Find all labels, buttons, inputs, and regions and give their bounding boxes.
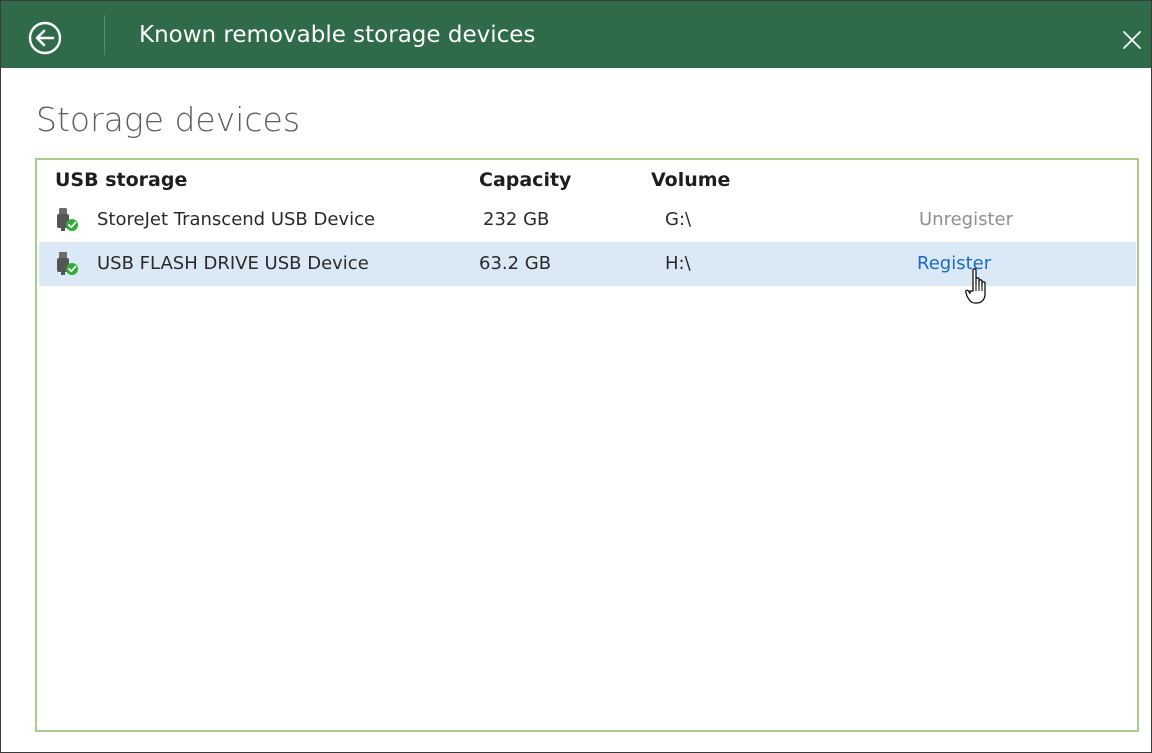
title-separator [104, 15, 105, 55]
column-header-capacity[interactable]: Capacity [479, 169, 571, 191]
back-arrow-icon [28, 21, 62, 55]
table-row[interactable]: StoreJet Transcend USB Device 232 GB G:\… [39, 198, 1136, 242]
usb-device-icon [55, 250, 79, 278]
close-button[interactable] [1120, 28, 1144, 52]
usb-device-icon [55, 206, 79, 234]
device-capacity: 232 GB [483, 209, 550, 230]
table-row[interactable]: USB FLASH DRIVE USB Device 63.2 GB H:\ R… [39, 242, 1136, 286]
window-title: Known removable storage devices [139, 22, 536, 48]
device-name: USB FLASH DRIVE USB Device [97, 253, 369, 274]
unregister-link[interactable]: Unregister [919, 209, 1013, 231]
device-volume: G:\ [665, 209, 692, 230]
device-volume: H:\ [665, 253, 691, 274]
storage-device-list: USB storage Capacity Volume StoreJet Tra… [35, 158, 1139, 732]
title-bar: Known removable storage devices [1, 1, 1151, 68]
window: Known removable storage devices Storage … [0, 0, 1152, 753]
page-title: Storage devices [36, 100, 301, 139]
device-name: StoreJet Transcend USB Device [97, 209, 376, 230]
register-link[interactable]: Register [917, 253, 991, 275]
column-header-usb-storage[interactable]: USB storage [55, 169, 187, 191]
device-capacity: 63.2 GB [479, 253, 552, 274]
close-icon [1123, 31, 1141, 49]
back-button[interactable] [27, 20, 63, 56]
column-header-volume[interactable]: Volume [651, 169, 730, 191]
